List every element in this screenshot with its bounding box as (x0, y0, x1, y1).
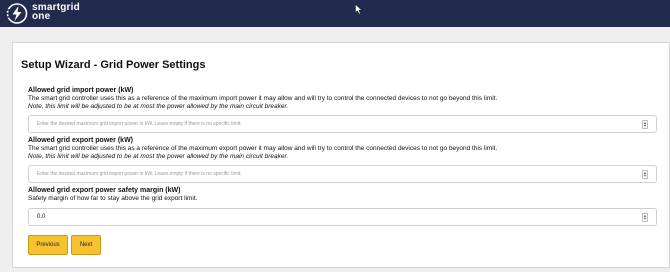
import-power-input[interactable]: Enter the desired maximum grid import po… (28, 115, 657, 133)
safety-margin-help: Safety margin of how far to stay above t… (28, 195, 198, 202)
export-power-help: The smart grid controller uses this as a… (28, 145, 497, 161)
import-power-label: Allowed grid import power (kW) (28, 87, 134, 94)
import-power-note: Note, this limit will be adjusted to be … (28, 103, 289, 110)
export-power-placeholder: Enter the desired maximum grid export po… (37, 171, 242, 177)
brand-name: smartgrid one (32, 3, 80, 22)
import-power-help-text: The smart grid controller uses this as a… (28, 95, 498, 102)
safety-margin-value: 0.0 (37, 214, 46, 220)
safety-margin-spinner[interactable]: ▲ ▼ (642, 213, 648, 222)
import-power-placeholder: Enter the desired maximum grid import po… (37, 121, 242, 127)
export-power-input[interactable]: Enter the desired maximum grid export po… (28, 165, 657, 183)
brand-line-2: one (32, 11, 51, 22)
safety-margin-label: Allowed grid export power safety margin … (28, 187, 181, 194)
page-title: Setup Wizard - Grid Power Settings (21, 59, 206, 71)
lightning-bolt-icon (6, 3, 28, 24)
mouse-pointer-icon (355, 4, 363, 15)
import-power-spinner[interactable]: ▲ ▼ (642, 120, 648, 129)
wizard-panel: Setup Wizard - Grid Power Settings Allow… (12, 42, 670, 268)
export-power-note: Note, this limit will be adjusted to be … (28, 153, 289, 160)
previous-button[interactable]: Previous (28, 235, 68, 255)
top-bar: smartgrid one (0, 0, 670, 27)
export-power-label: Allowed grid export power (kW) (28, 137, 134, 144)
safety-margin-input[interactable]: 0.0 ▲ ▼ (28, 208, 657, 226)
next-button[interactable]: Next (71, 235, 101, 255)
import-power-help: The smart grid controller uses this as a… (28, 95, 497, 111)
export-power-spinner[interactable]: ▲ ▼ (642, 170, 648, 179)
export-power-help-text: The smart grid controller uses this as a… (28, 145, 498, 152)
